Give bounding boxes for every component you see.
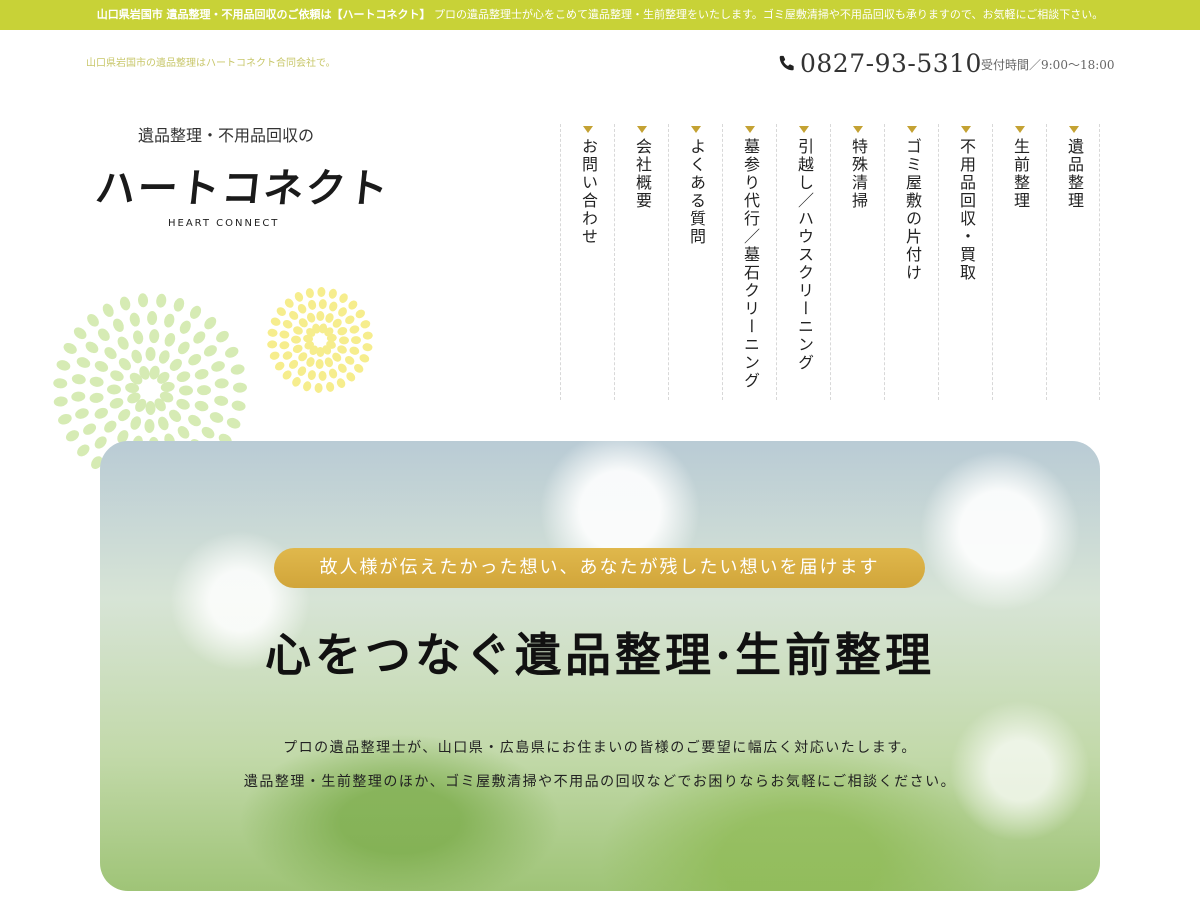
announcement-lead: 山口県岩国市 遺品整理・不用品回収のご依頼は【ハートコネクト】	[96, 8, 431, 21]
hero-title: 心をつなぐ遺品整理·生前整理	[264, 628, 935, 682]
triangle-down-icon	[799, 126, 809, 133]
triangle-down-icon	[853, 126, 863, 133]
triangle-down-icon	[745, 126, 755, 133]
top-announcement-bar: 山口県岩国市 遺品整理・不用品回収のご依頼は【ハートコネクト】 プロの遺品整理士…	[0, 0, 1200, 30]
triangle-down-icon	[1015, 126, 1025, 133]
nav-label: ゴミ屋敷の片付け	[903, 138, 922, 282]
business-hours: 受付時間／9:00〜18:00	[981, 58, 1115, 72]
triangle-down-icon	[907, 126, 917, 133]
nav-item-moving[interactable]: 引越し／ハウスクリーニング	[776, 124, 830, 400]
hero-description-line1: プロの遺品整理士が、山口県・広島県にお住まいの皆様のご要望に幅広く対応いたします…	[283, 740, 917, 756]
triangle-down-icon	[691, 126, 701, 133]
nav-item-pre-death-organizing[interactable]: 生前整理	[992, 124, 1046, 400]
hero-banner: 故人様が伝えたかった想い、あなたが残したい想いを届けます 心をつなぐ遺品整理·生…	[100, 441, 1100, 891]
phone-link[interactable]: 0827-93-5310	[778, 48, 982, 78]
nav-item-hoarder-cleanup[interactable]: ゴミ屋敷の片付け	[884, 124, 938, 400]
phone-number: 0827-93-5310	[800, 48, 982, 78]
nav-item-contact[interactable]: お問い合わせ	[560, 124, 614, 400]
triangle-down-icon	[961, 126, 971, 133]
main-nav: お問い合わせ 会社概要 よくある質問 墓参り代行／墓石クリーニング 引越し／ハウ…	[560, 124, 1100, 400]
triangle-down-icon	[1069, 126, 1079, 133]
logo-tagline: 遺品整理・不用品回収の	[138, 126, 315, 145]
logo-wordmark: ハートコネクト	[93, 166, 392, 212]
hero-tagline-pill: 故人様が伝えたかった想い、あなたが残したい想いを届けます	[274, 548, 925, 588]
nav-item-special-cleaning[interactable]: 特殊清掃	[830, 124, 884, 400]
nav-label: 特殊清掃	[849, 138, 868, 210]
nav-item-grave-visit[interactable]: 墓参り代行／墓石クリーニング	[722, 124, 776, 400]
triangle-down-icon	[637, 126, 647, 133]
site-logo[interactable]: 遺品整理・不用品回収の ハートコネクト HEART CONNECT	[93, 122, 392, 232]
nav-label: よくある質問	[687, 138, 706, 246]
nav-label: 遺品整理	[1065, 138, 1084, 210]
nav-label: 引越し／ハウスクリーニング	[795, 138, 814, 372]
announcement-text: プロの遺品整理士が心をこめて遺品整理・生前整理をいたします。ゴミ屋敷清掃や不用品…	[434, 8, 1104, 21]
nav-item-faq[interactable]: よくある質問	[668, 124, 722, 400]
site-subtitle: 山口県岩国市の遺品整理はハートコネクト合同会社で。	[86, 58, 336, 69]
nav-item-company[interactable]: 会社概要	[614, 124, 668, 400]
nav-label: 墓参り代行／墓石クリーニング	[741, 138, 760, 390]
logo-english: HEART CONNECT	[168, 218, 280, 229]
nav-label: 不用品回収・買取	[957, 138, 976, 282]
nav-item-estate-organizing[interactable]: 遺品整理	[1046, 124, 1100, 400]
nav-item-junk-removal[interactable]: 不用品回収・買取	[938, 124, 992, 400]
nav-label: お問い合わせ	[579, 138, 598, 246]
hero-description-line2: 遺品整理・生前整理のほか、ゴミ屋敷清掃や不用品の回収などでお困りならお気軽にご相…	[243, 774, 957, 790]
triangle-down-icon	[583, 126, 593, 133]
phone-icon	[779, 55, 794, 71]
nav-label: 生前整理	[1011, 138, 1030, 210]
nav-label: 会社概要	[633, 138, 652, 210]
